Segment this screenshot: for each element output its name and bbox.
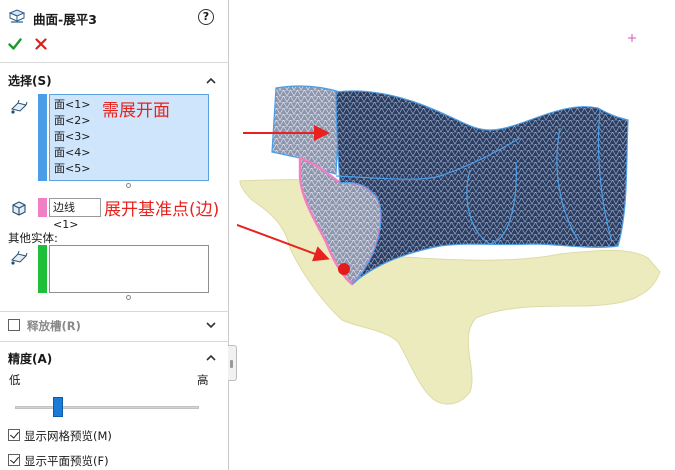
flat-preview-checkbox[interactable] bbox=[8, 454, 20, 466]
chevron-down-icon[interactable] bbox=[206, 322, 216, 329]
mesh-preview-label: 显示网格预览(M) bbox=[24, 429, 112, 443]
divider bbox=[0, 62, 229, 63]
resize-grip[interactable] bbox=[126, 183, 131, 188]
edge-field[interactable]: 边线<1> bbox=[49, 198, 101, 231]
model-view bbox=[204, 34, 661, 405]
other-bodies-label: 其他实体: bbox=[8, 231, 58, 245]
body-select-icon bbox=[11, 250, 28, 265]
annotation-edge: 展开基准点(边) bbox=[104, 200, 220, 220]
list-item[interactable]: 面<2> bbox=[54, 113, 90, 129]
selection-section-header[interactable]: 选择(S) bbox=[8, 72, 52, 89]
chevron-up-icon[interactable] bbox=[206, 77, 216, 84]
annotation-faces: 需展开面 bbox=[102, 101, 170, 121]
edge-select-icon bbox=[12, 201, 26, 216]
resize-grip[interactable] bbox=[126, 295, 131, 300]
divider bbox=[0, 311, 229, 312]
other-bodies-list[interactable] bbox=[49, 245, 209, 293]
base-point-marker[interactable] bbox=[338, 263, 350, 275]
help-icon[interactable]: ? bbox=[198, 9, 214, 25]
close-icon[interactable] bbox=[35, 38, 47, 50]
face-select-icon bbox=[11, 99, 28, 114]
feature-title-bar: 曲面-展平3 ? bbox=[0, 0, 229, 34]
accuracy-slider-track[interactable] bbox=[15, 406, 199, 409]
feature-title: 曲面-展平3 bbox=[33, 12, 97, 27]
property-manager-panel: 曲面-展平3 ? 选择(S) 面<1> 面<2> 面<3> 面<4> 面<5> … bbox=[0, 0, 229, 470]
divider bbox=[0, 341, 229, 342]
list-item[interactable]: 面<3> bbox=[54, 129, 90, 145]
faces-color-swatch bbox=[38, 94, 47, 181]
panel-collapse-handle[interactable] bbox=[228, 345, 237, 381]
edge-color-swatch bbox=[38, 198, 47, 217]
accuracy-low-label: 低 bbox=[9, 373, 21, 387]
accuracy-section-header[interactable]: 精度(A) bbox=[8, 350, 52, 367]
list-item[interactable]: 面<4> bbox=[54, 145, 90, 161]
cursor-crosshair-icon bbox=[628, 34, 636, 42]
relief-label: 释放槽(R) bbox=[27, 319, 81, 333]
other-bodies-color-swatch bbox=[38, 245, 47, 293]
accuracy-high-label: 高 bbox=[197, 373, 209, 387]
list-item[interactable]: 面<1> bbox=[54, 97, 90, 113]
surface-flatten-icon bbox=[8, 9, 26, 23]
mesh-preview-checkbox[interactable] bbox=[8, 429, 20, 441]
checkmark-icon[interactable] bbox=[8, 37, 22, 51]
graphics-viewport[interactable] bbox=[204, 0, 675, 470]
flat-preview-label: 显示平面预览(F) bbox=[24, 454, 109, 468]
list-item[interactable]: 面<5> bbox=[54, 161, 90, 177]
accuracy-slider-thumb[interactable] bbox=[53, 397, 64, 417]
relief-checkbox[interactable] bbox=[8, 319, 20, 331]
chevron-up-icon[interactable] bbox=[206, 354, 216, 361]
